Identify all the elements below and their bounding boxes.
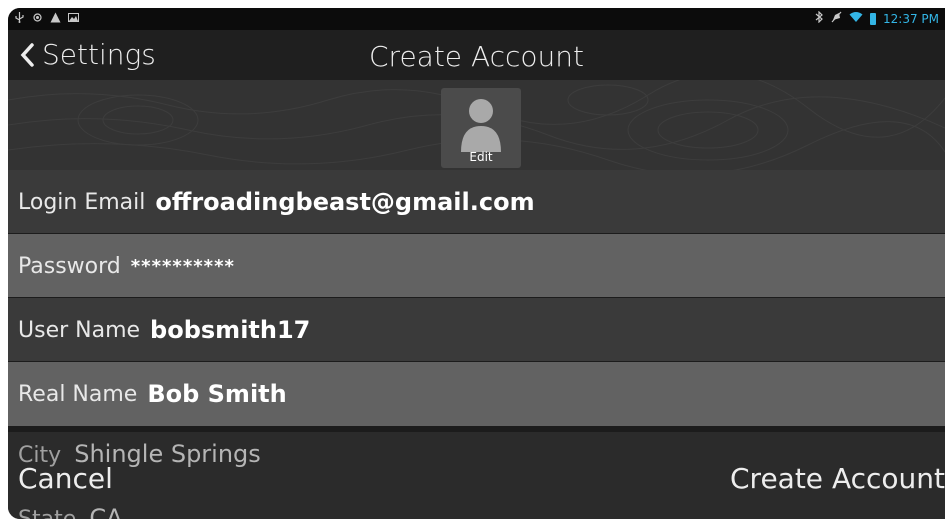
nav-bar: Settings Create Account bbox=[8, 30, 945, 80]
wifi-icon bbox=[849, 11, 863, 26]
status-time: 12:37 PM bbox=[883, 11, 939, 26]
bluetooth-icon bbox=[815, 10, 824, 26]
warning-icon bbox=[50, 12, 61, 23]
state-label: State bbox=[18, 507, 76, 519]
status-bar: 12:37 PM bbox=[8, 8, 945, 30]
state-value: CA bbox=[89, 504, 123, 519]
user-name-field[interactable]: User Name bobsmith17 bbox=[8, 298, 945, 362]
avatar-edit-button[interactable]: Edit bbox=[441, 88, 521, 168]
password-field[interactable]: Password ********** bbox=[8, 234, 945, 298]
mute-icon bbox=[831, 11, 842, 26]
status-icons-left bbox=[14, 12, 79, 23]
battery-icon bbox=[870, 12, 876, 25]
password-value: ********** bbox=[130, 255, 235, 277]
real-name-label: Real Name bbox=[18, 381, 138, 407]
state-field[interactable]: State CA bbox=[18, 504, 123, 519]
person-icon bbox=[461, 99, 501, 152]
real-name-value: Bob Smith bbox=[147, 380, 287, 408]
gps-icon bbox=[32, 12, 43, 23]
status-icons-right: 12:37 PM bbox=[815, 10, 939, 26]
user-name-value: bobsmith17 bbox=[150, 316, 311, 344]
cancel-button[interactable]: Cancel bbox=[18, 462, 113, 495]
user-name-label: User Name bbox=[18, 317, 141, 343]
page-title: Create Account bbox=[369, 40, 584, 73]
login-email-label: Login Email bbox=[18, 189, 146, 215]
image-icon bbox=[68, 12, 79, 23]
password-label: Password bbox=[18, 253, 121, 279]
login-email-field[interactable]: Login Email offroadingbeast@gmail.com bbox=[8, 170, 945, 234]
login-email-value: offroadingbeast@gmail.com bbox=[155, 188, 535, 216]
usb-icon bbox=[14, 12, 25, 23]
real-name-field[interactable]: Real Name Bob Smith bbox=[8, 362, 945, 426]
bottom-action-bar: City Shingle Springs State CA Cancel Cre… bbox=[8, 432, 945, 519]
create-account-button[interactable]: Create Account bbox=[730, 462, 945, 495]
profile-header: Edit bbox=[8, 80, 945, 170]
device-screen: 12:37 PM Settings Create Account Edit Lo… bbox=[8, 8, 945, 519]
avatar-edit-label: Edit bbox=[469, 150, 493, 164]
